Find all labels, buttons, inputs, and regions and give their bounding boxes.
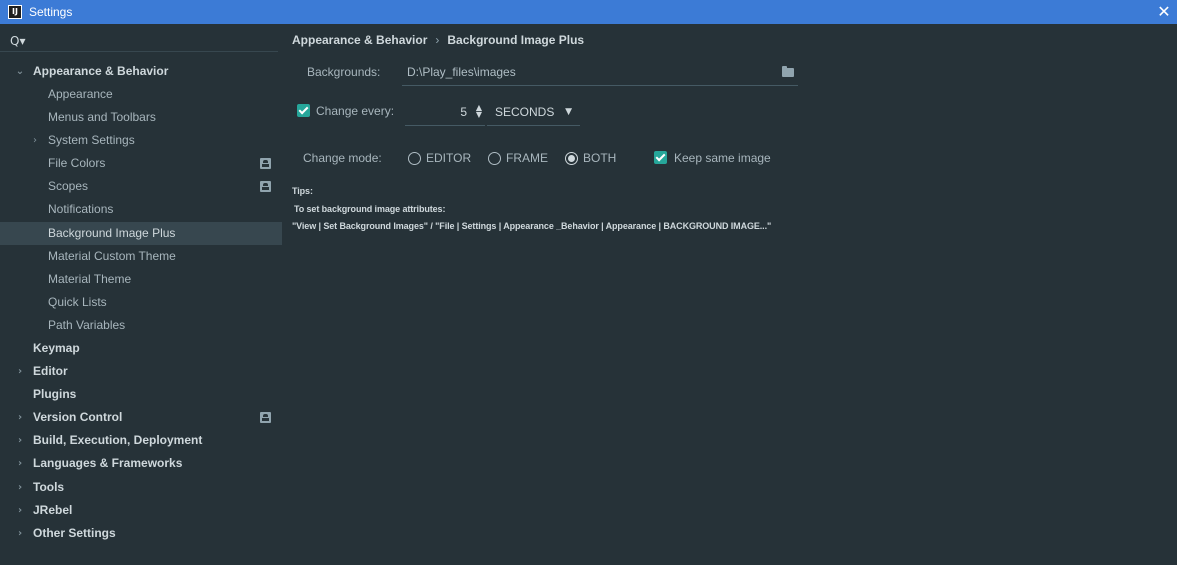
radio-editor[interactable] bbox=[408, 152, 421, 165]
window-title: Settings bbox=[29, 5, 73, 19]
radio-both[interactable] bbox=[565, 152, 578, 165]
project-level-icon bbox=[260, 181, 271, 192]
tree-item-label: Scopes bbox=[48, 179, 89, 193]
tree-item-label: Path Variables bbox=[48, 318, 126, 332]
tree-item-label: File Colors bbox=[48, 156, 106, 170]
chevron-right-icon[interactable]: › bbox=[15, 360, 25, 383]
tips-heading: Tips: bbox=[292, 186, 313, 196]
breadcrumb-separator-icon: › bbox=[435, 33, 440, 47]
tree-item-material-custom-theme[interactable]: Material Custom Theme bbox=[0, 245, 282, 268]
tree-item-background-image-plus[interactable]: Background Image Plus bbox=[0, 222, 282, 245]
tree-item-plugins[interactable]: Plugins bbox=[0, 383, 282, 406]
tree-item-label: Languages & Frameworks bbox=[33, 456, 183, 470]
keep-same-image-checkbox[interactable] bbox=[654, 151, 667, 164]
change-every-checkbox[interactable] bbox=[297, 104, 310, 117]
tree-item-label: JRebel bbox=[33, 503, 73, 517]
tree-item-menus-toolbars[interactable]: Menus and Toolbars bbox=[0, 106, 282, 129]
chevron-right-icon[interactable]: › bbox=[15, 429, 25, 452]
radio-frame[interactable] bbox=[488, 152, 501, 165]
spinner-arrows-icon[interactable]: ▲ ▼ bbox=[476, 104, 482, 119]
tree-item-path-variables[interactable]: Path Variables bbox=[0, 314, 282, 337]
tree-item-material-theme[interactable]: Material Theme bbox=[0, 268, 282, 291]
radio-frame-label: FRAME bbox=[506, 151, 548, 165]
settings-tree: Q▾ ⌄ Appearance & Behavior Appearance Me… bbox=[0, 24, 282, 565]
tree-item-label: System Settings bbox=[48, 133, 135, 147]
tree-item-label: Build, Execution, Deployment bbox=[33, 433, 203, 447]
tree-item-label: Version Control bbox=[33, 410, 123, 424]
breadcrumb-parent[interactable]: Appearance & Behavior bbox=[292, 33, 427, 47]
backgrounds-label: Backgrounds: bbox=[307, 65, 381, 79]
tree-item-label: Other Settings bbox=[33, 526, 116, 540]
change-every-value: 5 bbox=[460, 105, 467, 119]
breadcrumb: Appearance & Behavior › Background Image P… bbox=[292, 33, 584, 47]
chevron-right-icon[interactable]: › bbox=[15, 406, 25, 429]
tree-item-version-control[interactable]: › Version Control bbox=[0, 406, 282, 429]
chevron-right-icon[interactable]: › bbox=[15, 452, 25, 475]
close-icon[interactable]: ✕ bbox=[1155, 2, 1173, 22]
backgrounds-path-field[interactable]: D:\Play_files\images bbox=[402, 60, 798, 86]
project-level-icon bbox=[260, 158, 271, 169]
breadcrumb-current: Background Image Plus bbox=[447, 33, 585, 47]
tree-item-label: Keymap bbox=[33, 341, 80, 355]
tree-item-label: Quick Lists bbox=[48, 295, 107, 309]
tree-item-label: Background Image Plus bbox=[48, 226, 176, 240]
tree-item-languages-frameworks[interactable]: › Languages & Frameworks bbox=[0, 452, 282, 475]
dropdown-arrow-icon[interactable]: ▼ bbox=[565, 100, 572, 124]
tips-line-1: To set background image attributes: bbox=[294, 204, 446, 214]
time-unit-value: SECONDS bbox=[495, 105, 555, 119]
tree-item-label: Material Theme bbox=[48, 272, 132, 286]
time-unit-dropdown[interactable]: SECONDS ▼ bbox=[487, 100, 580, 126]
tree-item-quick-lists[interactable]: Quick Lists bbox=[0, 291, 282, 314]
tree-item-label: Appearance & Behavior bbox=[33, 64, 169, 78]
intellij-logo-icon: IJ bbox=[8, 5, 22, 19]
tree-item-jrebel[interactable]: › JRebel bbox=[0, 499, 282, 522]
tree-item-tools[interactable]: › Tools bbox=[0, 476, 282, 499]
settings-panel: Appearance & Behavior › Background Image P… bbox=[282, 24, 1177, 565]
tree-item-system-settings[interactable]: › System Settings bbox=[0, 129, 282, 152]
chevron-down-icon[interactable]: ⌄ bbox=[15, 60, 25, 83]
tree-item-label: Appearance bbox=[48, 87, 113, 101]
tree-item-keymap[interactable]: Keymap bbox=[0, 337, 282, 360]
tree-item-label: Tools bbox=[33, 480, 65, 494]
title-bar: IJ Settings ✕ bbox=[0, 0, 1177, 24]
search-field[interactable]: Q▾ bbox=[0, 32, 278, 52]
chevron-right-icon[interactable]: › bbox=[15, 476, 25, 499]
change-every-spinner[interactable]: 5 ▲ ▼ bbox=[405, 100, 485, 126]
tree-item-file-colors[interactable]: File Colors bbox=[0, 152, 282, 175]
backgrounds-path-value: D:\Play_files\images bbox=[407, 65, 516, 79]
change-mode-label: Change mode: bbox=[303, 151, 382, 165]
tree-item-appearance-behavior[interactable]: ⌄ Appearance & Behavior bbox=[0, 60, 282, 83]
tree-item-build-execution-deployment[interactable]: › Build, Execution, Deployment bbox=[0, 429, 282, 452]
search-icon[interactable]: Q▾ bbox=[10, 34, 25, 48]
project-level-icon bbox=[260, 412, 271, 423]
tree-item-appearance[interactable]: Appearance bbox=[0, 83, 282, 106]
chevron-right-icon[interactable]: › bbox=[15, 499, 25, 522]
tree-item-label: Material Custom Theme bbox=[48, 249, 176, 263]
tips-line-2: "View | Set Background Images" / "File |… bbox=[292, 221, 772, 231]
tree-item-label: Plugins bbox=[33, 387, 77, 401]
tree-item-label: Menus and Toolbars bbox=[48, 110, 156, 124]
tree-item-notifications[interactable]: Notifications bbox=[0, 198, 282, 221]
change-every-label: Change every: bbox=[316, 104, 395, 118]
tree-item-label: Notifications bbox=[48, 202, 114, 216]
keep-same-image-label: Keep same image bbox=[674, 151, 771, 165]
folder-icon[interactable] bbox=[782, 66, 794, 77]
chevron-right-icon[interactable]: › bbox=[30, 129, 40, 152]
tree-item-label: Editor bbox=[33, 364, 68, 378]
tree-item-editor[interactable]: › Editor bbox=[0, 360, 282, 383]
tree-item-other-settings[interactable]: › Other Settings bbox=[0, 522, 282, 545]
tree-item-scopes[interactable]: Scopes bbox=[0, 175, 282, 198]
chevron-right-icon[interactable]: › bbox=[15, 522, 25, 545]
radio-editor-label: EDITOR bbox=[426, 151, 472, 165]
radio-both-label: BOTH bbox=[583, 151, 617, 165]
